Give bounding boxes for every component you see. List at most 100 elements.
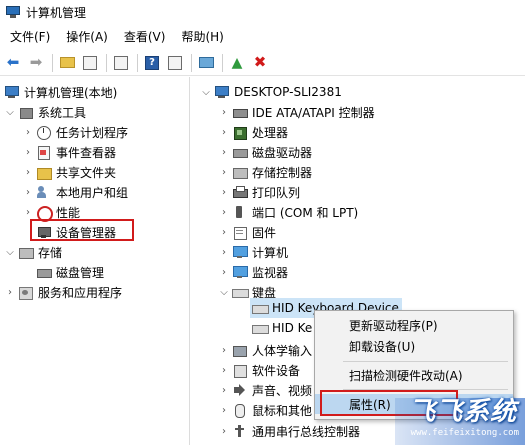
help-icon[interactable]: ?	[143, 54, 161, 72]
up-folder-icon[interactable]	[58, 54, 76, 72]
firmware-icon	[232, 225, 247, 240]
tree-label: 监视器	[252, 265, 289, 280]
back-arrow-icon[interactable]: ⬅	[4, 54, 22, 72]
monitor-icon	[232, 265, 248, 279]
menu-view[interactable]: 查看(V)	[118, 27, 172, 47]
chevron-right-icon[interactable]: ›	[218, 385, 230, 396]
show-hide-tree-icon[interactable]	[81, 54, 99, 72]
device-computer[interactable]: › 计算机	[218, 242, 288, 262]
device-monitors[interactable]: › 监视器	[218, 262, 288, 282]
menu-uninstall-device[interactable]: 卸载设备(U)	[315, 336, 513, 356]
tree-storage[interactable]: ⌵ 存储	[4, 242, 62, 262]
tree-label: 通用串行总线控制器	[252, 424, 361, 439]
chevron-down-icon[interactable]: ⌵	[218, 287, 230, 298]
menu-help[interactable]: 帮助(H)	[175, 27, 229, 47]
device-print-queues[interactable]: › 打印队列	[218, 182, 300, 202]
chevron-right-icon[interactable]: ›	[22, 127, 34, 138]
tree-label: 软件设备	[252, 363, 301, 378]
device-hid-keyboard-2[interactable]: HID Ke	[252, 318, 312, 338]
toolbar-separator	[106, 53, 107, 72]
tree-label: 服务和应用程序	[38, 285, 123, 300]
chevron-right-icon[interactable]: ›	[22, 187, 34, 198]
device-usb[interactable]: › 通用串行总线控制器	[218, 421, 360, 441]
performance-icon	[36, 205, 53, 222]
device-firmware[interactable]: › 固件	[218, 222, 276, 242]
menu-file[interactable]: 文件(F)	[4, 27, 56, 47]
computer-icon	[232, 245, 248, 259]
chevron-right-icon[interactable]: ›	[218, 107, 230, 118]
tree-services-apps[interactable]: › 服务和应用程序	[4, 282, 122, 302]
device-software[interactable]: › 软件设备	[218, 360, 300, 380]
menu-action[interactable]: 操作(A)	[60, 27, 114, 47]
chevron-down-icon[interactable]: ⌵	[4, 107, 16, 118]
storage-icon	[18, 245, 34, 259]
update-driver-icon[interactable]: ▲	[228, 54, 246, 72]
keyboard-icon	[252, 321, 269, 335]
tree-label: 计算机	[252, 245, 289, 260]
tree-label: 鼠标和其他	[252, 403, 313, 418]
tree-root[interactable]: 计算机管理(本地)	[4, 82, 117, 102]
chevron-right-icon[interactable]: ›	[22, 207, 34, 218]
chevron-right-icon[interactable]: ›	[218, 247, 230, 258]
printer-icon	[232, 185, 248, 199]
chevron-right-icon[interactable]: ›	[218, 426, 230, 437]
properties-list-icon[interactable]	[112, 54, 130, 72]
watermark-logo: 飞飞系统 www.feifeixitong.com	[395, 388, 525, 445]
computer-icon	[214, 85, 229, 99]
menu-scan-hardware[interactable]: 扫描检测硬件改动(A)	[315, 365, 513, 385]
toolbar-separator	[222, 53, 223, 72]
chevron-right-icon[interactable]: ›	[218, 167, 230, 178]
chevron-right-icon[interactable]: ›	[218, 147, 230, 158]
tree-shared-folders[interactable]: › 共享文件夹	[22, 162, 116, 182]
tree-label: 端口 (COM 和 LPT)	[252, 205, 359, 220]
device-processors[interactable]: › 处理器	[218, 122, 288, 142]
tree-event-viewer[interactable]: › 事件查看器	[22, 142, 116, 162]
monitor-icon[interactable]	[197, 54, 215, 72]
event-log-icon	[36, 145, 51, 160]
disk-icon	[36, 265, 52, 279]
disk-drive-icon	[232, 145, 248, 159]
device-ide[interactable]: › IDE ATA/ATAPI 控制器	[218, 102, 375, 122]
chevron-right-icon[interactable]: ›	[218, 127, 230, 138]
chevron-right-icon[interactable]: ›	[4, 287, 16, 298]
toolbar-separator	[191, 53, 192, 72]
device-storage-controllers[interactable]: › 存储控制器	[218, 162, 312, 182]
chevron-right-icon[interactable]: ›	[218, 267, 230, 278]
forward-arrow-icon[interactable]: ➡	[27, 54, 45, 72]
chevron-right-icon[interactable]: ›	[218, 405, 230, 416]
tree-local-users[interactable]: › 本地用户和组	[22, 182, 128, 202]
tree-label: 存储	[38, 245, 63, 260]
chevron-down-icon[interactable]: ⌵	[4, 247, 16, 258]
tree-label: HID Ke	[272, 321, 313, 335]
tree-label: 本地用户和组	[56, 185, 129, 200]
device-ports[interactable]: › 端口 (COM 和 LPT)	[218, 202, 358, 222]
action-pane-icon[interactable]	[166, 54, 184, 72]
menu-separator	[343, 361, 508, 362]
window-title: 计算机管理	[26, 5, 87, 20]
usb-icon	[232, 424, 247, 438]
tree-system-tools[interactable]: ⌵ 系统工具	[4, 102, 86, 122]
chevron-down-icon[interactable]: ⌵	[200, 87, 212, 98]
chevron-right-icon[interactable]: ›	[218, 227, 230, 238]
chevron-right-icon[interactable]: ›	[218, 187, 230, 198]
tools-icon	[18, 105, 33, 119]
device-hid[interactable]: › 人体学输入	[218, 340, 312, 360]
device-tree-root[interactable]: ⌵ DESKTOP-SLI2381	[200, 82, 342, 102]
chevron-right-icon[interactable]: ›	[218, 365, 230, 376]
processor-icon	[232, 125, 247, 140]
tree-label: 共享文件夹	[56, 165, 117, 180]
tree-task-scheduler[interactable]: › 任务计划程序	[22, 122, 128, 142]
clock-icon	[36, 125, 51, 140]
uninstall-x-icon[interactable]: ✖	[251, 54, 269, 72]
mouse-icon	[232, 403, 247, 418]
tree-disk-management[interactable]: 磁盘管理	[36, 262, 104, 282]
chevron-right-icon[interactable]: ›	[218, 345, 230, 356]
menu-update-driver[interactable]: 更新驱动程序(P)	[315, 315, 513, 335]
device-sound[interactable]: › 声音、视频	[218, 380, 312, 400]
device-mice[interactable]: › 鼠标和其他	[218, 400, 312, 420]
chevron-right-icon[interactable]: ›	[22, 147, 34, 158]
chevron-right-icon[interactable]: ›	[218, 207, 230, 218]
device-disk-drives[interactable]: › 磁盘驱动器	[218, 142, 312, 162]
chevron-right-icon[interactable]: ›	[22, 167, 34, 178]
services-icon	[18, 285, 33, 300]
